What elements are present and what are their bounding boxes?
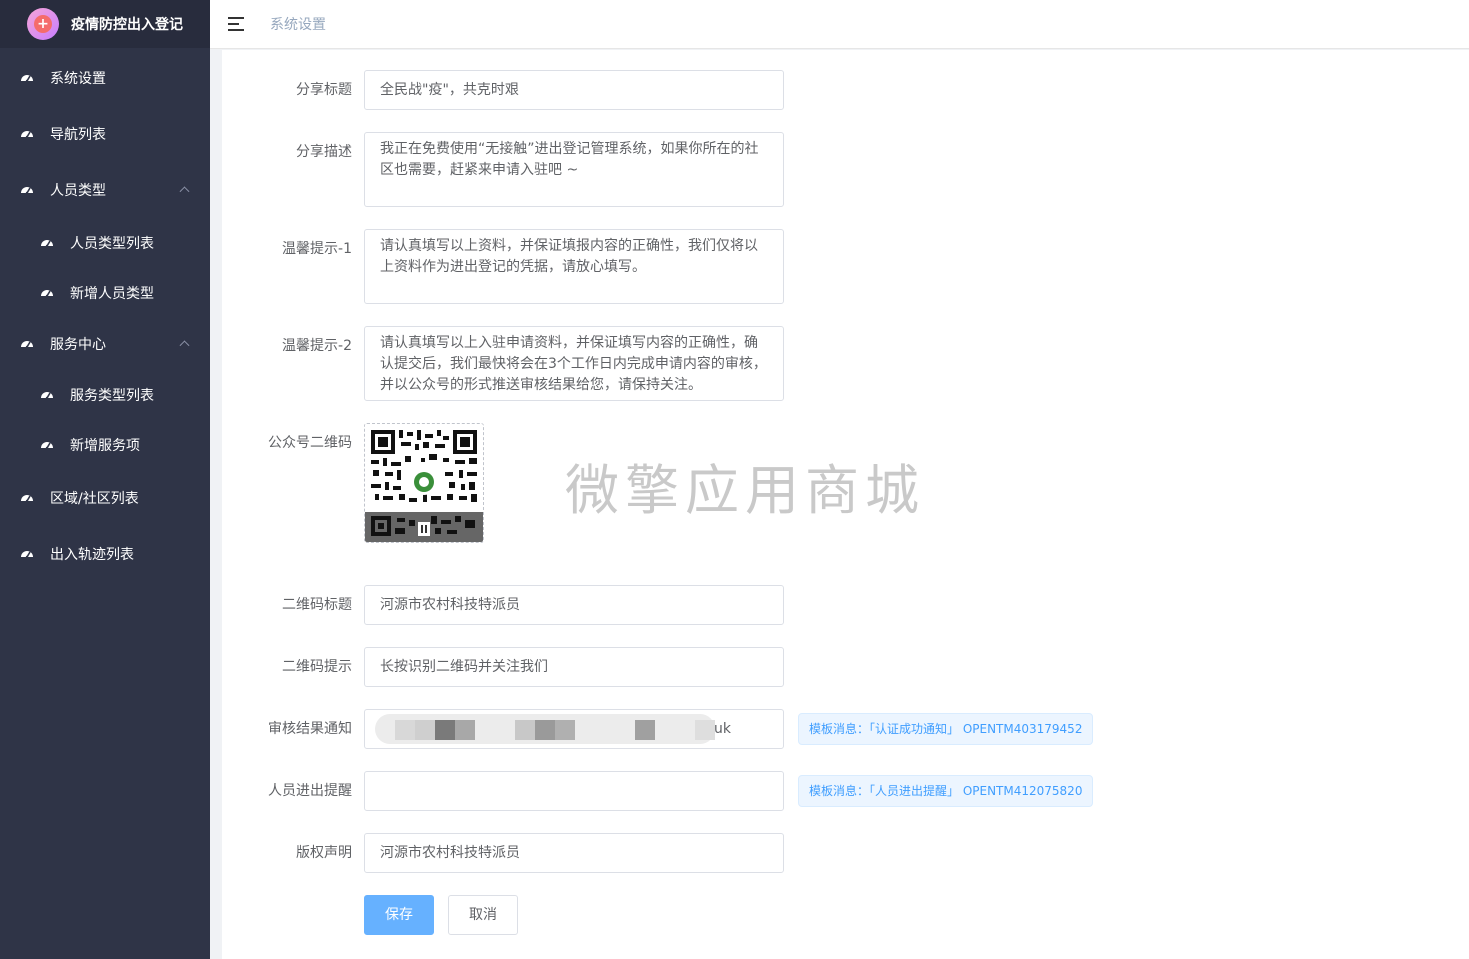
brand[interactable]: + 疫情防控出入登记 [0,0,210,48]
sidebar-item-label: 区域/社区列表 [50,491,139,507]
audit-notify-input[interactable]: uk [364,709,784,749]
tip1-label: 温馨提示-1 [282,241,352,257]
menu-collapse-icon[interactable] [228,17,246,31]
sidebar-item-service-center[interactable]: 服务中心 [0,318,210,370]
sidebar-menu: 系统设置 导航列表 人员类型 人员类型列表 新增人员类型 服务中心 服务类型列表 [0,48,210,582]
dashboard-icon [41,240,53,248]
settings-form: 分享标题 全民战"疫"，共克时艰 分享描述 我正在免费使用“无接触”进出登记管理… [222,50,1469,959]
app-logo-icon: + [27,8,59,40]
app-title: 疫情防控出入登记 [71,17,183,33]
copyright-input[interactable]: 河源市农村科技特派员 [364,833,784,873]
audit-notify-label: 审核结果通知 [268,721,352,737]
qr-tip-label: 二维码提示 [282,659,352,675]
chevron-up-icon [179,186,190,197]
tip2-label: 温馨提示-2 [282,338,352,354]
copyright-label: 版权声明 [296,845,352,861]
template-tag-entry: 模板消息：「人员进出提醒」 OPENTM412075820 [798,775,1094,807]
sidebar-item-label: 出入轨迹列表 [50,547,134,563]
share-title-input[interactable]: 全民战"疫"，共克时艰 [364,70,784,110]
qrcode-label: 公众号二维码 [268,435,352,451]
cancel-button[interactable]: 取消 [448,895,518,935]
save-button[interactable]: 保存 [364,895,434,935]
sidebar-item-label: 人员类型列表 [70,236,154,252]
template-tag-audit: 模板消息：「认证成功通知」 OPENTM403179452 [798,713,1094,745]
tip2-textarea[interactable]: 请认真填写以上入驻申请资料，并保证填写内容的正确性，确认提交后，我们最快将会在3… [364,326,784,401]
chevron-up-icon [179,340,190,351]
dashboard-icon [41,290,53,298]
sidebar-item-person-type-list[interactable]: 人员类型列表 [0,218,210,268]
dashboard-icon [41,442,53,450]
qr-title-input[interactable]: 河源市农村科技特派员 [364,585,784,625]
sidebar-item-person-type[interactable]: 人员类型 [0,162,210,218]
sidebar-item-label: 人员类型 [50,183,106,199]
entry-notify-input[interactable] [364,771,784,811]
sidebar-item-label: 系统设置 [50,71,106,87]
watermark-text: 微擎应用商城 [565,459,925,522]
share-title-label: 分享标题 [296,82,352,98]
dashboard-icon [21,551,33,559]
top-header: 系统设置 [210,0,1469,49]
dashboard-icon [41,392,53,400]
qr-title-label: 二维码标题 [282,597,352,613]
dashboard-icon [21,131,33,139]
sidebar-item-track-list[interactable]: 出入轨迹列表 [0,526,210,582]
sidebar-item-system-settings[interactable]: 系统设置 [0,50,210,106]
sidebar-item-label: 服务类型列表 [70,388,154,404]
qrcode-image [365,424,483,542]
sidebar-item-label: 服务中心 [50,337,106,353]
sidebar-item-area-list[interactable]: 区域/社区列表 [0,470,210,526]
share-desc-label: 分享描述 [296,144,352,160]
dashboard-icon [21,75,33,83]
breadcrumb[interactable]: 系统设置 [270,14,326,34]
sidebar-item-add-service[interactable]: 新增服务项 [0,420,210,470]
sidebar-item-label: 新增人员类型 [70,286,154,302]
sidebar: + 疫情防控出入登记 系统设置 导航列表 人员类型 人员类型列表 新增人员类型 … [0,0,210,959]
dashboard-icon [21,495,33,503]
entry-notify-label: 人员进出提醒 [268,783,352,799]
audit-notify-value: uk [714,721,731,737]
sidebar-item-add-person-type[interactable]: 新增人员类型 [0,268,210,318]
qr-tip-input[interactable]: 长按识别二维码并关注我们 [364,647,784,687]
sidebar-item-label: 新增服务项 [70,438,140,454]
qrcode-uploader[interactable] [364,423,484,543]
sidebar-item-label: 导航列表 [50,127,106,143]
sidebar-item-nav-list[interactable]: 导航列表 [0,106,210,162]
share-desc-textarea[interactable]: 我正在免费使用“无接触”进出登记管理系统，如果你所在的社区也需要，赶紧来申请入驻… [364,132,784,207]
sidebar-item-service-type-list[interactable]: 服务类型列表 [0,370,210,420]
dashboard-icon [21,187,33,195]
tip1-textarea[interactable]: 请认真填写以上资料，并保证填报内容的正确性，我们仅将以上资料作为进出登记的凭据，… [364,229,784,304]
dashboard-icon [21,341,33,349]
